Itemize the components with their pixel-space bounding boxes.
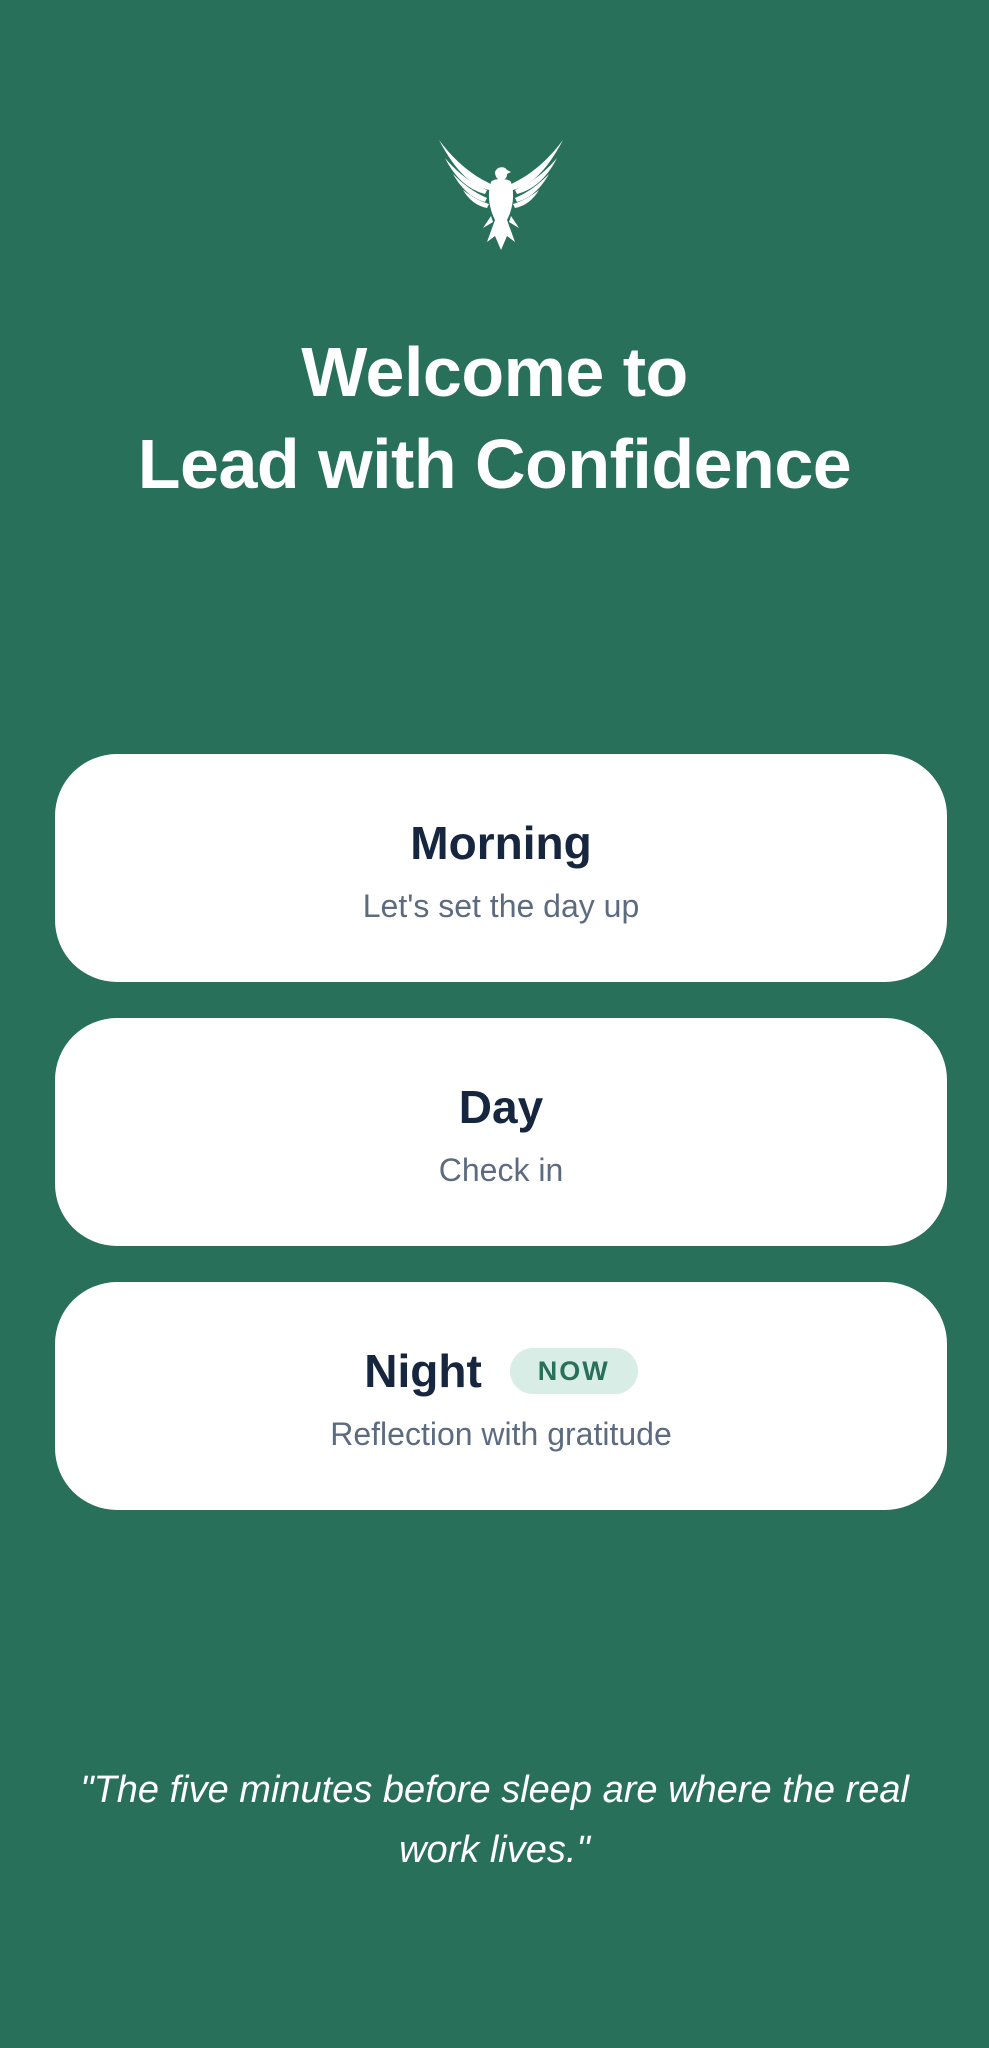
night-title: Night <box>364 1345 482 1397</box>
day-card[interactable]: Day Check in <box>55 1018 947 1246</box>
morning-card[interactable]: Morning Let's set the day up <box>55 754 947 982</box>
day-title: Day <box>458 1081 544 1133</box>
eagle-logo-icon <box>437 138 565 250</box>
card-title-row: Morning <box>55 814 947 872</box>
night-card[interactable]: Night NOW Reflection with gratitude <box>55 1282 947 1510</box>
day-subtitle: Check in <box>438 1152 564 1188</box>
quote-text: "The five minutes before sleep are where… <box>80 1769 909 1871</box>
morning-title: Morning <box>410 817 592 869</box>
title-line-2: Lead with Confidence <box>137 425 852 503</box>
card-title-row: Night NOW <box>55 1342 947 1400</box>
card-title-row: Day <box>55 1078 947 1136</box>
title-line-1: Welcome to <box>301 333 688 411</box>
welcome-title: Welcome to Lead with Confidence <box>0 326 989 510</box>
morning-subtitle: Let's set the day up <box>362 888 640 924</box>
night-subtitle: Reflection with gratitude <box>330 1416 672 1452</box>
now-badge: NOW <box>509 1348 638 1394</box>
